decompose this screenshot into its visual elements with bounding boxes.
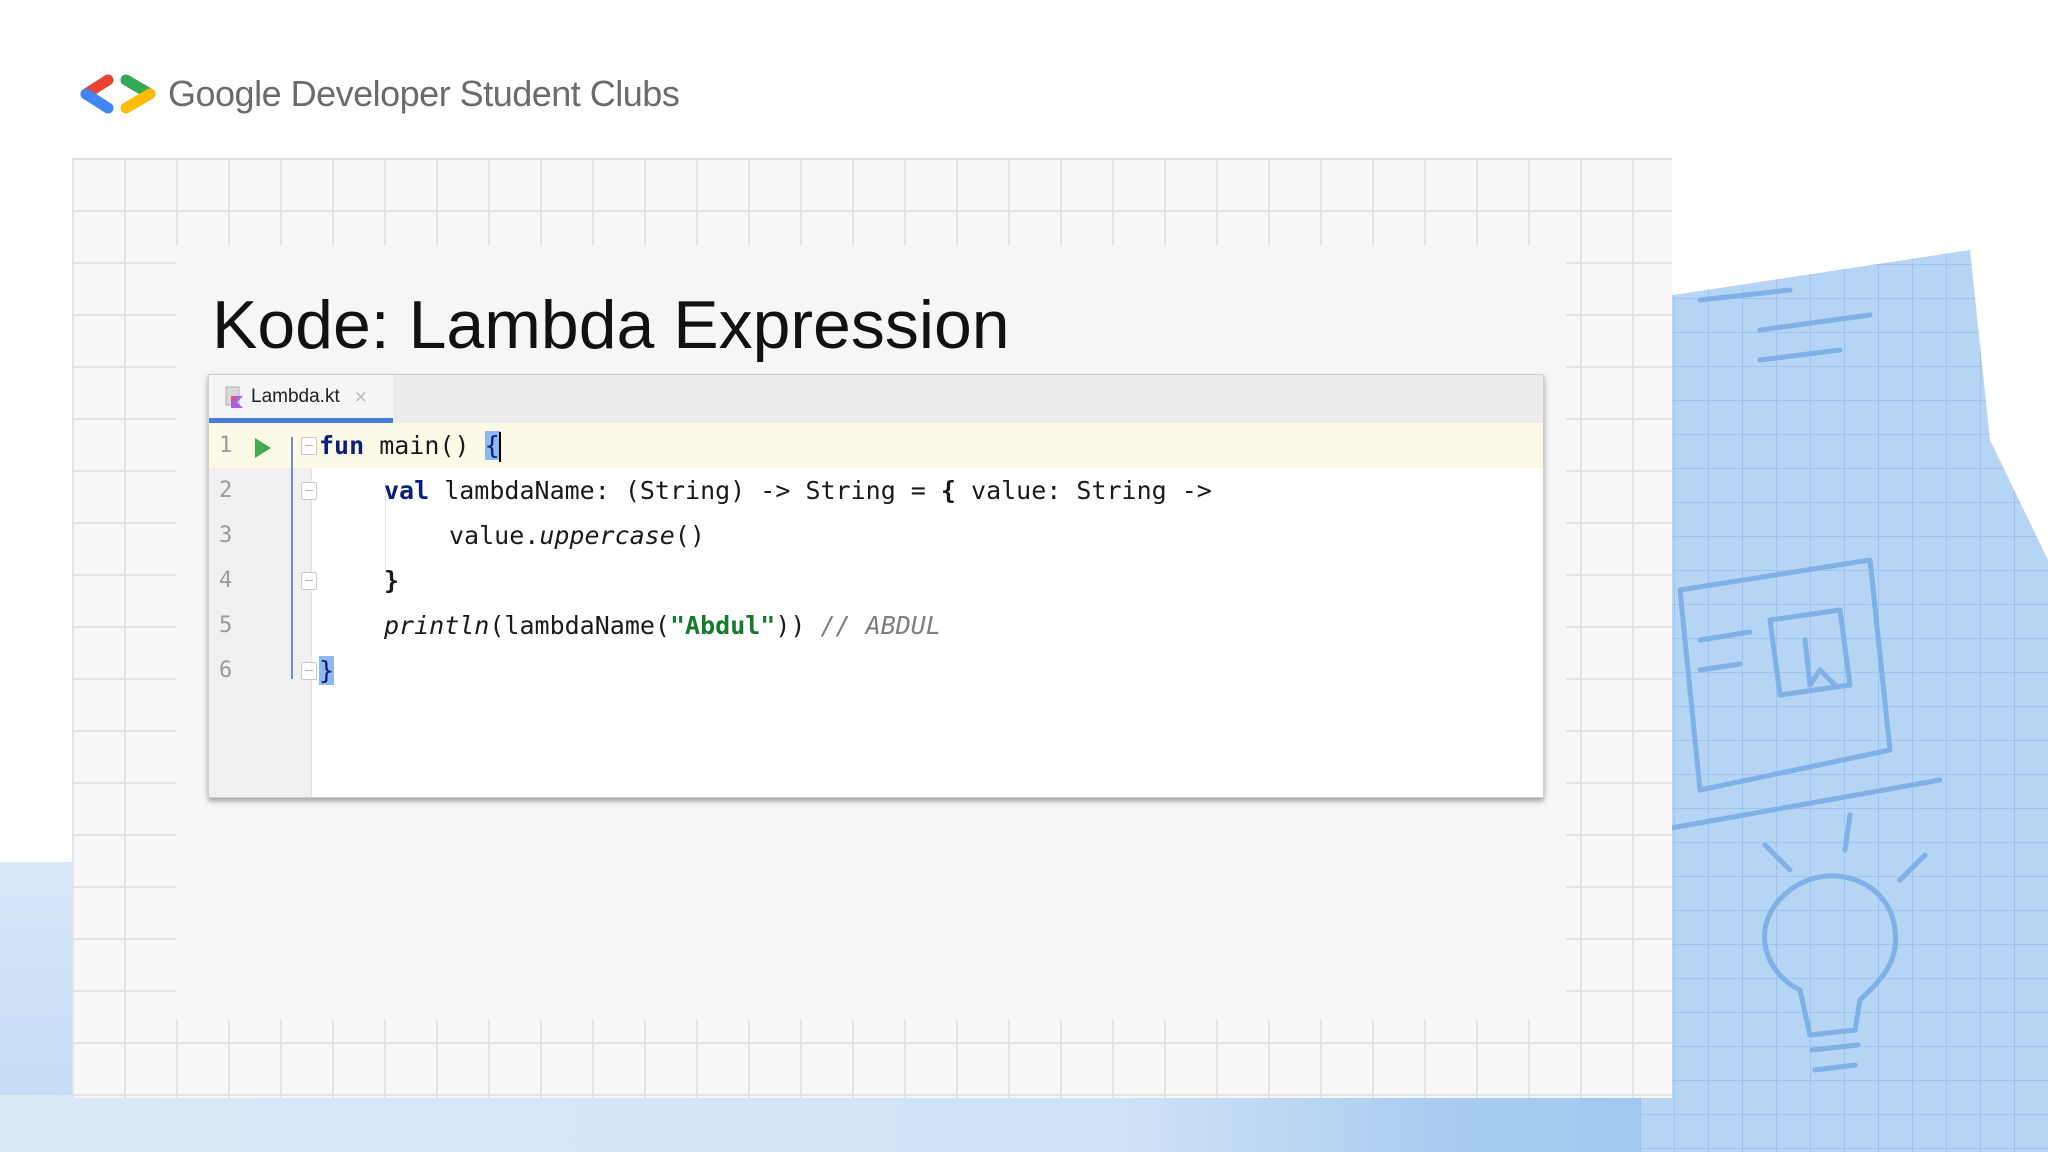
run-triangle-icon[interactable] (255, 438, 271, 458)
code-line-2[interactable]: val lambdaName: (String) -> String = { v… (384, 468, 1212, 513)
fold-marker-icon[interactable] (301, 482, 317, 500)
slide-title: Kode: Lambda Expression (212, 287, 1010, 363)
text-caret (498, 432, 501, 462)
scope-indent-guide (291, 437, 293, 679)
code-text: value: String -> (955, 476, 1212, 505)
kotlin-file-icon (225, 386, 243, 408)
close-icon[interactable]: × (354, 387, 368, 407)
code-line-5[interactable]: println(lambdaName("Abdul")) // ABDUL (384, 603, 941, 648)
line-number: 2 (219, 478, 233, 503)
line-number: 3 (219, 523, 233, 548)
code-text: lambdaName: (String) -> String = (429, 476, 941, 505)
line-number: 6 (219, 658, 233, 683)
line-number: 5 (219, 613, 233, 638)
tab-label: Lambda.kt (251, 385, 340, 407)
matched-brace: { (484, 431, 500, 460)
string-literal: "Abdul" (669, 611, 776, 640)
brace: } (384, 566, 400, 595)
gdsc-logo: Google Developer Student Clubs (80, 70, 680, 118)
code-text: )) (775, 611, 806, 640)
fold-marker-icon[interactable] (301, 572, 317, 590)
line-number: 4 (219, 568, 233, 593)
keyword: fun (319, 431, 365, 460)
code-line-1[interactable]: fun main() { (319, 423, 501, 468)
fold-marker-icon[interactable] (301, 662, 317, 680)
editor-tab-bar: Lambda.kt × (209, 375, 1543, 424)
code-line-3[interactable]: value.uppercase() (449, 513, 705, 558)
code-text: value. (449, 521, 540, 550)
code-line-6[interactable]: } (319, 648, 335, 693)
function-name: println (384, 611, 490, 640)
tab-lambda-kt[interactable]: Lambda.kt × (209, 375, 393, 423)
gdsc-brackets-icon (80, 74, 156, 114)
fold-marker-icon[interactable] (301, 437, 317, 455)
function-name: uppercase (539, 521, 675, 550)
code-text: () (674, 521, 705, 550)
keyword: val (384, 476, 430, 505)
code-text: main() (364, 431, 485, 460)
code-editor-window: Lambda.kt × 1 2 3 4 5 6 fun main() { val… (208, 374, 1544, 798)
brand-name: Google Developer Student Clubs (168, 73, 680, 114)
matched-brace: } (319, 656, 335, 685)
code-text: (lambdaName( (489, 611, 670, 640)
brace: { (940, 476, 956, 505)
decorative-illustration-right (1640, 250, 2048, 1152)
line-number: 1 (219, 433, 233, 458)
code-line-4[interactable]: } (384, 558, 399, 603)
slide-canvas: Google Developer Student Clubs Kode: Lam… (0, 0, 2048, 1152)
code-comment: // ABDUL (805, 611, 941, 640)
